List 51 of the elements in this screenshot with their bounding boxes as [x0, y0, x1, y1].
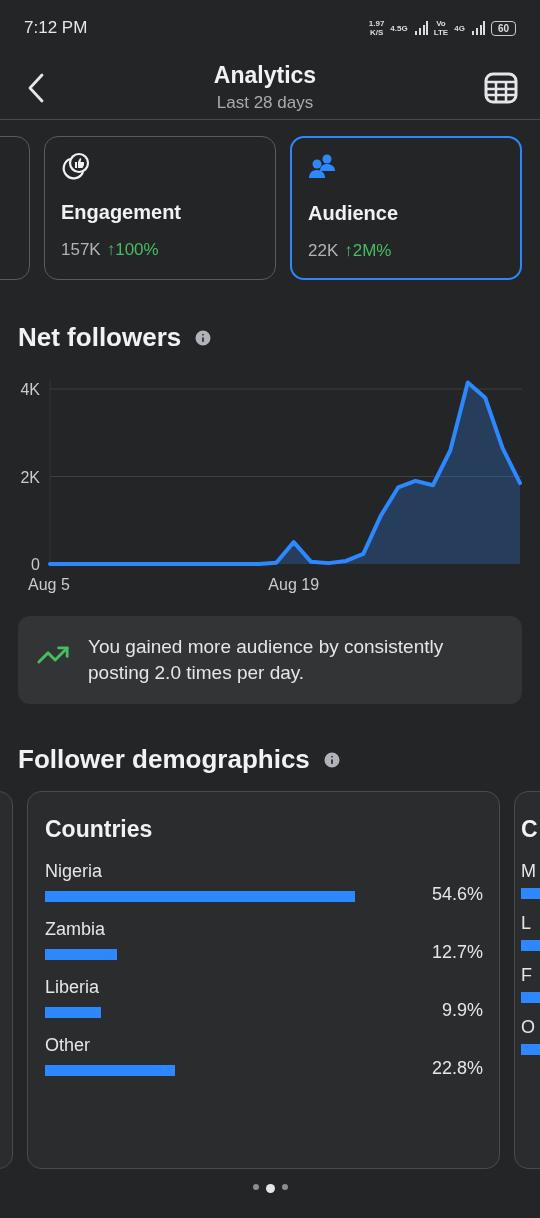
item-percentage: 54.6%: [431, 884, 483, 905]
insight-text: You gained more audience by consistently posting 2.0 times per day.: [88, 635, 445, 685]
signal-icon: [470, 21, 485, 35]
axis-label: Aug 5: [28, 576, 70, 593]
axis-label: 0: [31, 556, 40, 573]
section-title: Net followers: [18, 322, 182, 353]
item-label: L: [521, 913, 531, 934]
item-label: Nigeria: [45, 861, 103, 882]
section-title: Follower demographics: [18, 744, 310, 775]
item-label: Other: [45, 1035, 91, 1056]
page-dot[interactable]: [252, 1184, 259, 1190]
network-speed: 1.97: [368, 19, 385, 28]
card-title: Countries: [45, 816, 154, 843]
signal-icon: [413, 21, 428, 35]
calendar-button[interactable]: [484, 71, 518, 104]
share-bar: [45, 1007, 102, 1018]
back-button[interactable]: [26, 71, 46, 104]
page-dot[interactable]: [281, 1184, 288, 1190]
clock: 7:12 PM: [24, 18, 88, 38]
metric-change: ↑2M%: [344, 241, 392, 261]
card-title: C: [521, 816, 539, 843]
volte-label: LTE: [433, 28, 449, 37]
battery-level: 60: [490, 20, 516, 36]
volte-label: Vo: [436, 19, 446, 28]
axis-label: Aug 19: [268, 576, 320, 593]
item-label: O: [521, 1017, 535, 1038]
item-label: Zambia: [45, 919, 106, 940]
info-icon[interactable]: [321, 749, 342, 770]
network-type: 4.5G: [390, 23, 408, 33]
page-dot[interactable]: [265, 1184, 275, 1193]
axis-label: 4K: [20, 381, 40, 398]
date-range: Last 28 days: [216, 93, 314, 113]
metric-value: 22K: [308, 241, 339, 261]
metric-label: Engagement: [61, 201, 183, 224]
item-label: Liberia: [45, 977, 100, 998]
item-percentage: 12.7%: [431, 942, 483, 963]
item-label: M: [521, 861, 536, 882]
metric-change: ↑100%: [106, 240, 159, 260]
item-percentage: 9.9%: [441, 1000, 483, 1021]
metric-value: 157K: [61, 240, 101, 260]
speed-unit: K/S: [369, 28, 384, 37]
thumbs-up-icon: [61, 151, 91, 181]
metric-card[interactable]: Audience 22K ↑2M%: [290, 136, 522, 280]
axis-label: 2K: [20, 468, 40, 486]
network-type: 4G: [454, 23, 465, 33]
metric-card[interactable]: Engagement 157K ↑100%: [44, 136, 276, 280]
item-label: F: [521, 965, 532, 986]
info-icon[interactable]: [193, 327, 214, 348]
page-title: Analytics: [213, 62, 317, 89]
metric-label: Audience: [308, 202, 400, 225]
item-percentage: 22.8%: [431, 1058, 483, 1079]
